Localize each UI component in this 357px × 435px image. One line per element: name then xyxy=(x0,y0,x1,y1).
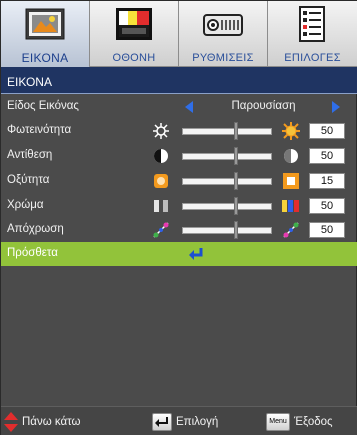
brightness-slider-thumb[interactable] xyxy=(234,122,238,140)
section-title: ΕΙΚΟΝΑ xyxy=(1,67,357,94)
tab-label: ΕΠΙΛΟΓΕΣ xyxy=(284,52,341,64)
sharpness-slider-thumb[interactable] xyxy=(234,172,238,190)
row-label: Αντίθεση xyxy=(7,149,53,161)
row-tint[interactable]: Απόχρωση 50 xyxy=(1,218,357,242)
row-label: Είδος Εικόνας xyxy=(7,100,79,112)
contrast-high-icon xyxy=(281,146,301,166)
tint-value: 50 xyxy=(309,222,345,238)
picture-mode-value: Παρουσίαση xyxy=(231,100,296,112)
enter-arrow-icon xyxy=(187,245,205,263)
row-brightness[interactable]: Φωτεινότητα 50 xyxy=(1,119,357,143)
footer-select-label: Επιλογή xyxy=(176,416,219,428)
up-down-arrows-icon xyxy=(4,412,18,432)
color-slider-track[interactable] xyxy=(182,203,272,210)
tint-high-icon xyxy=(281,220,301,240)
tint-slider-track[interactable] xyxy=(182,227,272,234)
projector-icon xyxy=(202,6,244,42)
display-icon xyxy=(113,6,155,42)
row-label: Οξύτητα xyxy=(7,174,50,186)
tab-settings[interactable]: ΡΥΘΜΙΣΕΙΣ xyxy=(179,1,268,67)
row-color[interactable]: Χρώμα 50 xyxy=(1,194,357,218)
row-picture-mode[interactable]: Είδος Εικόνας Παρουσίαση xyxy=(1,95,357,119)
brightness-slider-track[interactable] xyxy=(182,128,272,135)
row-contrast[interactable]: Αντίθεση 50 xyxy=(1,144,357,168)
tab-options[interactable]: ΕΠΙΛΟΓΕΣ xyxy=(268,1,357,67)
sharpness-value: 15 xyxy=(309,173,345,189)
tab-display[interactable]: ΟΘΟΝΗ xyxy=(90,1,179,67)
sun-high-icon xyxy=(281,121,301,141)
row-sharpness[interactable]: Οξύτητα 15 xyxy=(1,169,357,193)
row-label: Φωτεινότητα xyxy=(7,124,72,136)
contrast-slider-thumb[interactable] xyxy=(234,147,238,165)
sharpness-high-icon xyxy=(281,171,301,191)
contrast-low-icon xyxy=(151,146,171,166)
color-low-icon xyxy=(151,196,171,216)
contrast-value: 50 xyxy=(309,148,345,164)
row-label: Πρόσθετα xyxy=(7,247,58,259)
contrast-slider-track[interactable] xyxy=(182,153,272,160)
row-label: Απόχρωση xyxy=(7,223,64,235)
footer-navigate-label: Πάνω κάτω xyxy=(22,416,81,428)
menu-key: Menu xyxy=(266,413,290,431)
tint-low-icon xyxy=(151,220,171,240)
row-advanced[interactable]: Πρόσθετα xyxy=(1,242,357,266)
sharpness-slider-track[interactable] xyxy=(182,178,272,185)
tab-bar: ΕΙΚΟΝΑ ΟΘΟΝΗ ΡΥΘΜΙΣΕΙΣ ΕΠΙΛΟΓΕΣ xyxy=(1,1,357,67)
tab-label: ΡΥΘΜΙΣΕΙΣ xyxy=(192,52,254,64)
picture-icon xyxy=(24,6,66,42)
arrow-left-icon[interactable] xyxy=(185,101,193,113)
tab-picture[interactable]: ΕΙΚΟΝΑ xyxy=(1,1,90,67)
color-high-icon xyxy=(281,196,301,216)
sharpness-low-icon xyxy=(151,171,171,191)
footer-bar: Πάνω κάτω Επιλογή Menu Έξοδος xyxy=(1,406,357,435)
row-label: Χρώμα xyxy=(7,199,44,211)
osd-menu: ΕΙΚΟΝΑ ΟΘΟΝΗ ΡΥΘΜΙΣΕΙΣ ΕΠΙΛΟΓΕΣ ΕΙΚΟΝΑ Ε… xyxy=(0,0,357,435)
options-list-icon xyxy=(291,6,333,42)
tab-label: ΟΘΟΝΗ xyxy=(112,52,156,64)
enter-key-icon xyxy=(152,413,172,431)
tint-slider-thumb[interactable] xyxy=(234,221,238,239)
color-value: 50 xyxy=(309,198,345,214)
brightness-value: 50 xyxy=(309,123,345,139)
arrow-right-icon[interactable] xyxy=(332,101,340,113)
footer-exit-label: Έξοδος xyxy=(294,416,333,428)
tab-label: ΕΙΚΟΝΑ xyxy=(21,51,69,65)
color-slider-thumb[interactable] xyxy=(234,197,238,215)
sun-low-icon xyxy=(151,121,171,141)
